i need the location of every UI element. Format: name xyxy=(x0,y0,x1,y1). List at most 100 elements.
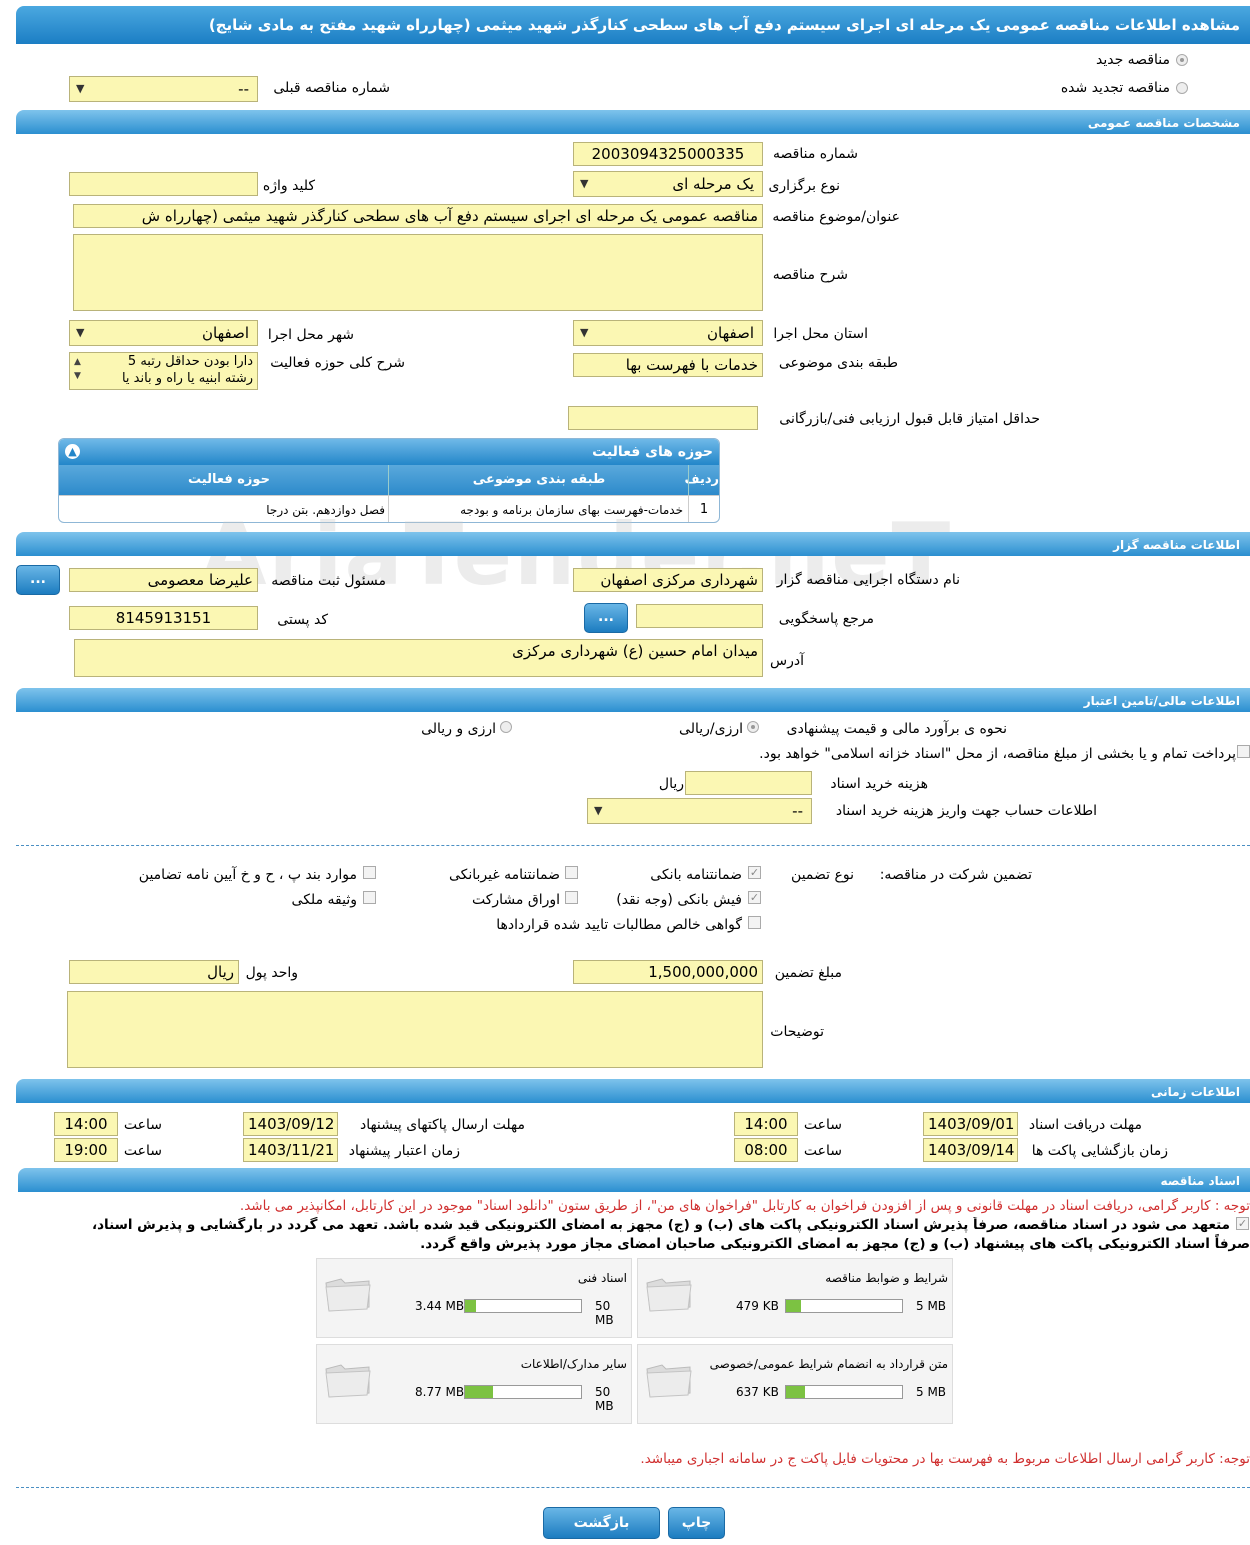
doc-cost-label: هزینه خرید اسناد xyxy=(830,776,928,792)
doc-file-tile[interactable]: متن قرارداد به انضمام شرایط عمومی/خصوصی 6… xyxy=(637,1344,953,1424)
doc-file-progress xyxy=(785,1385,903,1399)
doc-file-progress-fill xyxy=(786,1300,801,1312)
bank-receipt-checkbox[interactable]: ✓ xyxy=(748,891,761,904)
property-checkbox[interactable] xyxy=(363,891,376,904)
ref-more-button[interactable]: ... xyxy=(584,603,628,633)
doc-file-max: 50 MB xyxy=(595,1385,614,1413)
new-tender-radio[interactable] xyxy=(1176,54,1188,66)
doc-file-name: سایر مدارک/اطلاعات xyxy=(520,1357,627,1371)
valid-date-field[interactable]: 1403/11/21 xyxy=(243,1138,338,1162)
agency-field[interactable]: شهرداری مرکزی اصفهان xyxy=(573,568,763,592)
method-label: نحوه ی برآورد مالی و قیمت پیشنهادی xyxy=(786,721,1007,737)
city-select[interactable]: ▼ اصفهان xyxy=(69,320,258,346)
treasury-checkbox[interactable] xyxy=(1237,745,1250,758)
section-finance: اطلاعات مالی/تامین اعتبار xyxy=(16,688,1250,712)
doc-cost-field[interactable] xyxy=(685,771,812,795)
activities-title: حوزه های فعالیت ▲ xyxy=(59,439,719,465)
prev-number-label: شماره مناقصه قبلی xyxy=(273,80,390,96)
doc-file-size: 637 KB xyxy=(736,1385,779,1399)
renewed-tender-radio[interactable] xyxy=(1176,82,1188,94)
type-select[interactable]: ▼ یک مرحله ای xyxy=(573,171,763,197)
registrar-field[interactable]: علیرضا معصومی xyxy=(69,568,258,592)
doc-file-tile[interactable]: شرایط و ضوابط مناقصه 479 KB 5 MB xyxy=(637,1258,953,1338)
nonbank-guarantee-checkbox[interactable] xyxy=(565,866,578,879)
doc-file-progress xyxy=(464,1385,582,1399)
province-label: استان محل اجرا xyxy=(773,326,868,342)
open-time-field[interactable]: 08:00 xyxy=(734,1138,798,1162)
notes-label: توضیحات xyxy=(770,1024,824,1040)
other-items-checkbox[interactable] xyxy=(363,866,376,879)
guarantee-type-label: نوع تضمین xyxy=(791,867,854,883)
prev-number-select[interactable]: ▼ -- xyxy=(69,76,258,102)
address-field[interactable]: میدان امام حسین (ع) شهرداری مرکزی xyxy=(74,639,763,677)
currency-field[interactable]: ریال xyxy=(69,960,239,984)
send-time-field[interactable]: 14:00 xyxy=(54,1112,118,1136)
category-label: طبقه بندی موضوعی xyxy=(778,355,898,371)
ref-label: مرجع پاسخگویی xyxy=(778,611,874,627)
back-button[interactable]: بازگشت xyxy=(543,1507,660,1539)
doc-file-progress xyxy=(464,1299,582,1313)
section-org: اطلاعات مناقصه گزار xyxy=(16,532,1250,556)
doc-file-name: متن قرارداد به انضمام شرایط عمومی/خصوصی xyxy=(709,1357,948,1371)
notes-field[interactable] xyxy=(67,991,763,1068)
type-label: نوع برگزاری xyxy=(768,178,840,194)
account-label: اطلاعات حساب جهت واریز هزینه خرید اسناد xyxy=(835,803,1097,819)
min-score-field[interactable] xyxy=(568,406,758,430)
collapse-icon[interactable]: ▲ xyxy=(65,444,80,459)
doc-file-tile[interactable]: اسناد فنی 3.44 MB 50 MB xyxy=(316,1258,632,1338)
chevron-down-icon: ▼ xyxy=(580,177,589,190)
receive-date-field[interactable]: 1403/09/01 xyxy=(923,1112,1018,1136)
open-hour-label: ساعت xyxy=(803,1143,842,1159)
receive-time-field[interactable]: 14:00 xyxy=(734,1112,798,1136)
chevron-down-icon: ▼ xyxy=(594,804,603,817)
doc-file-size: 3.44 MB xyxy=(415,1299,465,1313)
doc-file-progress-fill xyxy=(786,1386,805,1398)
other-items-label: موارد بند پ ، ح و خ آیین نامه تضامین xyxy=(138,867,357,883)
section-time: اطلاعات زمانی xyxy=(16,1079,1250,1103)
bank-guarantee-checkbox[interactable]: ✓ xyxy=(748,866,761,879)
docs-note: توجه : کاربر گرامی، دریافت اسناد در مهلت… xyxy=(239,1198,1250,1214)
province-select[interactable]: ▼ اصفهان xyxy=(573,320,763,346)
chevron-down-icon: ▼ xyxy=(580,326,589,339)
amount-field[interactable]: 1,500,000,000 xyxy=(573,960,763,984)
open-date-field[interactable]: 1403/09/14 xyxy=(923,1138,1018,1162)
desc-field[interactable] xyxy=(73,234,763,311)
new-tender-label: مناقصه جدید xyxy=(1095,52,1170,68)
activities-header: ردیف طبقه بندی موضوعی حوزه فعالیت xyxy=(59,465,719,495)
nonbank-guarantee-label: ضمانتنامه غیربانکی xyxy=(448,867,560,883)
valid-hour-label: ساعت xyxy=(123,1143,162,1159)
doc-file-size: 8.77 MB xyxy=(415,1385,465,1399)
bonds-checkbox[interactable] xyxy=(565,891,578,904)
keyword-field[interactable] xyxy=(69,172,258,196)
open-label: زمان بازگشایی پاکت ها xyxy=(1031,1143,1168,1159)
keyword-label: کلید واژه xyxy=(262,178,315,194)
claims-checkbox[interactable] xyxy=(748,916,761,929)
opt2-radio[interactable] xyxy=(500,721,512,733)
registrar-more-button[interactable]: ... xyxy=(16,565,60,595)
activity-desc-label: شرح کلی حوزه فعالیت xyxy=(270,355,405,371)
bank-guarantee-label: ضمانتنامه بانکی xyxy=(650,867,742,883)
chevron-down-icon: ▼ xyxy=(76,82,85,95)
doc-file-size: 479 KB xyxy=(736,1299,779,1313)
registrar-label: مسئول ثبت مناقصه xyxy=(271,573,386,589)
valid-time-field[interactable]: 19:00 xyxy=(54,1138,118,1162)
section-docs: اسناد مناقصه xyxy=(18,1168,1250,1192)
commit-checkbox[interactable]: ✓ xyxy=(1236,1217,1249,1230)
city-label: شهر محل اجرا xyxy=(267,327,354,343)
send-date-field[interactable]: 1403/09/12 xyxy=(243,1112,338,1136)
tender-number-field[interactable]: 2003094325000335 xyxy=(573,142,763,166)
activity-desc-field[interactable]: دارا بودن حداقل رتبه 5 رشته ابنیه یا راه… xyxy=(69,352,258,390)
doc-file-max: 5 MB xyxy=(916,1385,947,1399)
account-select[interactable]: ▼ -- xyxy=(587,798,812,824)
scroll-arrows-icon[interactable]: ▲ ▼ xyxy=(74,355,81,383)
postal-field[interactable]: 8145913151 xyxy=(69,606,258,630)
doc-file-name: شرایط و ضوابط مناقصه xyxy=(825,1271,948,1285)
opt1-radio[interactable] xyxy=(747,721,759,733)
subject-field[interactable]: مناقصه عمومی یک مرحله ای اجرای سیستم دفع… xyxy=(73,204,763,228)
category-field[interactable]: خدمات با فهرست بها xyxy=(573,353,763,377)
claims-label: گواهی خالص مطالبات تایید شده قراردادها xyxy=(496,917,742,933)
print-button[interactable]: چاپ xyxy=(668,1507,725,1539)
doc-file-tile[interactable]: سایر مدارک/اطلاعات 8.77 MB 50 MB xyxy=(316,1344,632,1424)
ref-field[interactable] xyxy=(636,604,763,628)
agency-label: نام دستگاه اجرایی مناقصه گزار xyxy=(776,572,960,588)
